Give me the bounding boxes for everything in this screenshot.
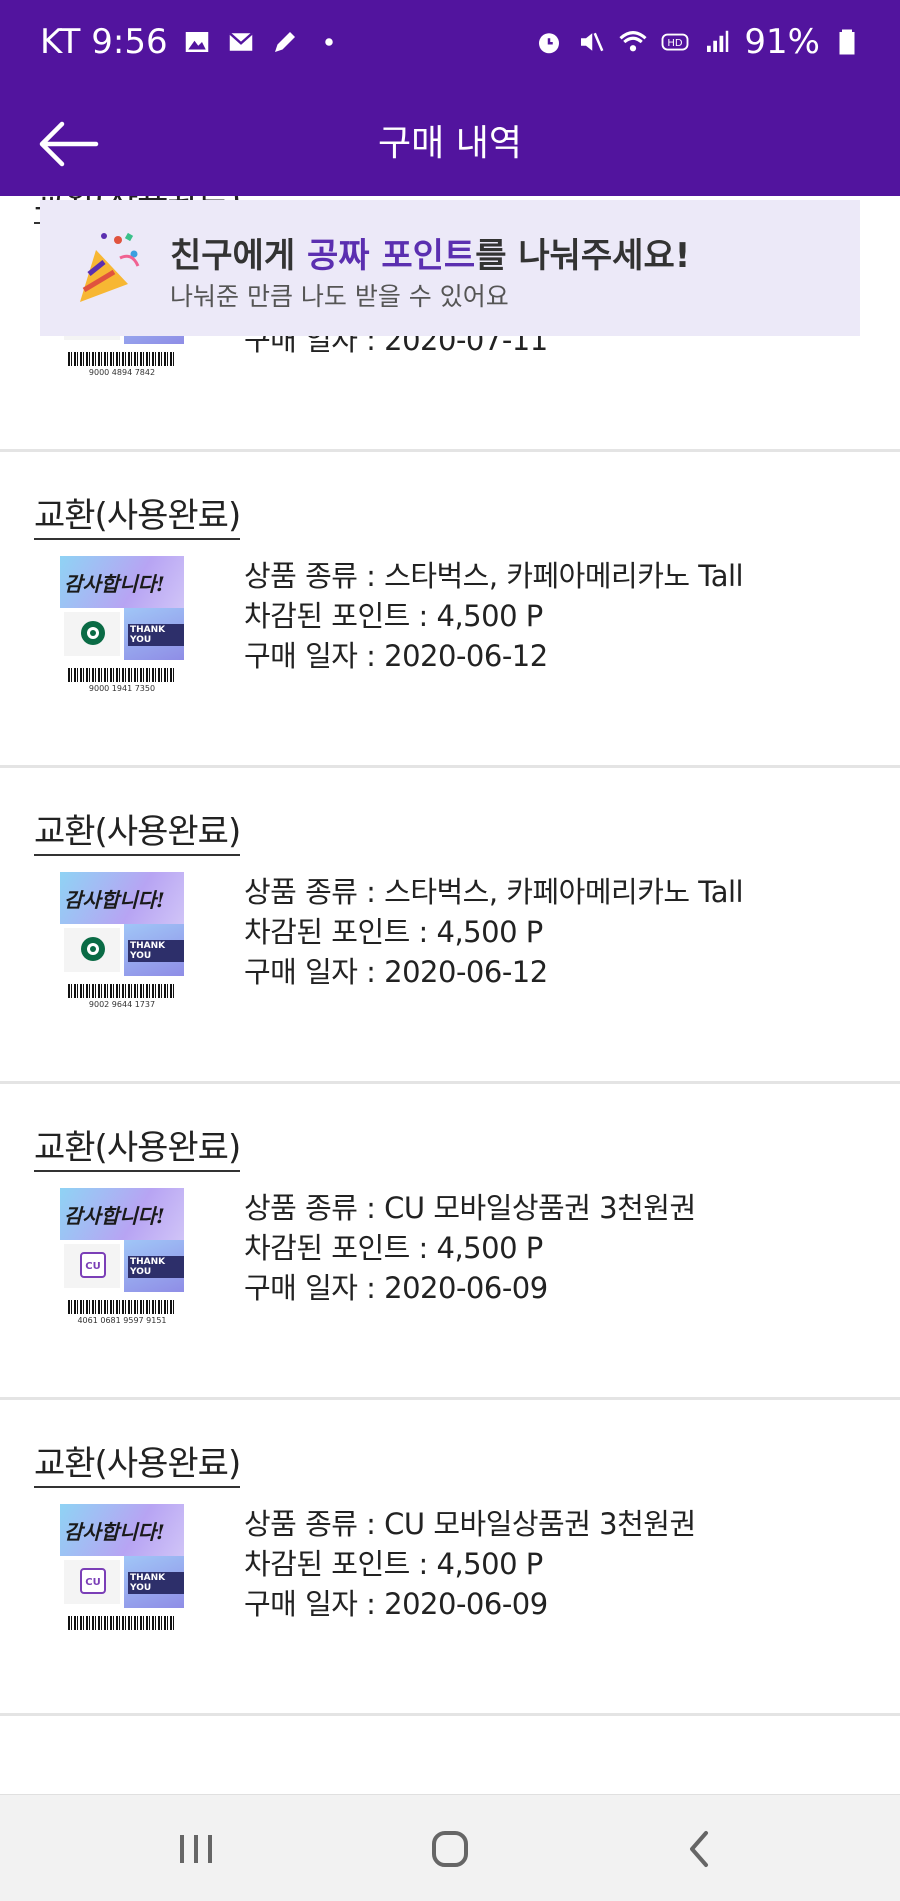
banner-subtitle: 나눠준 만큼 나도 받을 수 있어요	[170, 282, 509, 311]
system-back-button[interactable]	[670, 1821, 730, 1877]
banner-title-highlight: 공짜 포인트	[306, 236, 476, 276]
status-bar: KT 9:56 HD 91%	[0, 0, 900, 92]
deducted-points: 차감된 포인트 : 4,500 P	[244, 1231, 543, 1265]
status-bar-left: KT 9:56	[40, 22, 344, 62]
status-bar-right: HD 91%	[534, 22, 862, 62]
purchase-date: 구매 일자 : 2020-06-12	[244, 955, 548, 989]
barcode-number: 9002 9644 1737	[88, 1000, 156, 1009]
thank-you-card-text: THANK YOU	[128, 1256, 184, 1278]
purchase-list: 교환(사용완료) 감사합니다! THANK YOU 9000 4894 7842…	[0, 196, 900, 1716]
thank-you-card-text: THANK YOU	[128, 624, 184, 646]
starbucks-logo-icon	[80, 936, 106, 962]
banner-title-part2: 를 나눠주세요!	[475, 236, 691, 276]
barcode-number: 9000 4894 7842	[88, 368, 156, 377]
svg-text:CU: CU	[85, 1261, 100, 1272]
thank-you-card-text: THANK YOU	[128, 1572, 184, 1594]
party-popper-icon	[74, 228, 146, 308]
thumbnail-text: 감사합니다!	[64, 1520, 165, 1544]
item-status-link[interactable]: 교환(사용완료)	[34, 1126, 241, 1172]
product-type: 상품 종류 : 스타벅스, 카페아메리카노 Tall	[244, 559, 744, 593]
back-icon	[690, 1831, 708, 1867]
deducted-points: 차감된 포인트 : 4,500 P	[244, 1547, 543, 1581]
thumbnail-logo-area	[64, 928, 120, 972]
recent-apps-icon	[180, 1835, 212, 1863]
item-details: 상품 종류 : CU 모바일상품권 3천원권 차감된 포인트 : 4,500 P…	[244, 1504, 696, 1624]
banner-title: 친구에게 공짜 포인트를 나눠주세요!	[170, 228, 690, 277]
carrier-time: KT 9:56	[40, 22, 168, 62]
page-title: 구매 내역	[378, 123, 522, 164]
item-status-link[interactable]: 교환(사용완료)	[34, 1442, 241, 1488]
barcode	[68, 1300, 176, 1314]
dot-icon	[314, 27, 344, 57]
pen-icon	[270, 27, 300, 57]
cu-logo-icon: CU	[80, 1568, 106, 1594]
image-icon	[182, 27, 212, 57]
invite-banner[interactable]: 친구에게 공짜 포인트를 나눠주세요! 나눠준 만큼 나도 받을 수 있어요	[40, 200, 860, 336]
svg-text:HD: HD	[668, 38, 684, 49]
purchase-item[interactable]: 교환(사용완료) 감사합니다! CU THANK YOU 상품 종류 : CU …	[0, 1400, 900, 1716]
gift-card-thumbnail[interactable]: 감사합니다! CU THANK YOU 4061 0681 9597 9151	[60, 1188, 184, 1340]
thumbnail-text: 감사합니다!	[64, 572, 165, 596]
alarm-icon	[534, 27, 564, 57]
system-nav-bar	[0, 1794, 900, 1901]
wifi-icon	[618, 27, 648, 57]
product-type: 상품 종류 : CU 모바일상품권 3천원권	[244, 1507, 696, 1541]
item-status-link[interactable]: 교환(사용완료)	[34, 810, 241, 856]
purchase-item[interactable]: 교환(사용완료) 감사합니다! THANK YOU 9000 1941 7350…	[0, 452, 900, 768]
mail-icon	[226, 27, 256, 57]
gift-card-thumbnail[interactable]: 감사합니다! THANK YOU 9002 9644 1737	[60, 872, 184, 1024]
thumbnail-logo-area: CU	[64, 1560, 120, 1604]
barcode	[68, 668, 176, 682]
banner-title-part1: 친구에게	[170, 236, 307, 276]
barcode	[68, 984, 176, 998]
cu-logo-icon: CU	[80, 1252, 106, 1278]
svg-text:CU: CU	[85, 1577, 100, 1588]
thank-you-card-text: THANK YOU	[128, 940, 184, 962]
thumbnail-logo-area	[64, 612, 120, 656]
starbucks-logo-icon	[80, 620, 106, 646]
barcode-number: 4061 0681 9597 9151	[77, 1316, 167, 1325]
battery-percent: 91%	[744, 22, 820, 62]
item-details: 상품 종류 : 스타벅스, 카페아메리카노 Tall 차감된 포인트 : 4,5…	[244, 556, 744, 676]
deducted-points: 차감된 포인트 : 4,500 P	[244, 599, 543, 633]
barcode	[68, 352, 176, 366]
app-bar: 구매 내역	[0, 92, 900, 196]
thumbnail-text: 감사합니다!	[64, 1204, 165, 1228]
gift-card-thumbnail[interactable]: 감사합니다! CU THANK YOU	[60, 1504, 184, 1656]
thumbnail-logo-area: CU	[64, 1244, 120, 1288]
item-status-link[interactable]: 교환(사용완료)	[34, 494, 241, 540]
gift-card-thumbnail[interactable]: 감사합니다! THANK YOU 9000 1941 7350	[60, 556, 184, 708]
thank-you-card: THANK YOU	[124, 1240, 184, 1292]
thank-you-card: THANK YOU	[124, 924, 184, 976]
recent-apps-button[interactable]	[166, 1821, 226, 1877]
barcode-number: 9000 1941 7350	[88, 684, 156, 693]
purchase-date: 구매 일자 : 2020-06-09	[244, 1587, 548, 1621]
item-details: 상품 종류 : 스타벅스, 카페아메리카노 Tall 차감된 포인트 : 4,5…	[244, 872, 744, 992]
signal-icon	[702, 27, 732, 57]
home-button[interactable]	[420, 1821, 480, 1877]
purchase-item[interactable]: 교환(사용완료) 감사합니다! CU THANK YOU 4061 0681 9…	[0, 1084, 900, 1400]
thank-you-card: THANK YOU	[124, 608, 184, 660]
product-type: 상품 종류 : CU 모바일상품권 3천원권	[244, 1191, 696, 1225]
thank-you-card: THANK YOU	[124, 1556, 184, 1608]
product-type: 상품 종류 : 스타벅스, 카페아메리카노 Tall	[244, 875, 744, 909]
hd-icon: HD	[660, 27, 690, 57]
purchase-list-viewport[interactable]: 교환(사용완료) 감사합니다! THANK YOU 9000 4894 7842…	[0, 196, 900, 1794]
deducted-points: 차감된 포인트 : 4,500 P	[244, 915, 543, 949]
item-details: 상품 종류 : CU 모바일상품권 3천원권 차감된 포인트 : 4,500 P…	[244, 1188, 696, 1308]
battery-icon	[832, 27, 862, 57]
purchase-item[interactable]: 교환(사용완료) 감사합니다! THANK YOU 9002 9644 1737…	[0, 768, 900, 1084]
home-icon	[432, 1831, 468, 1867]
purchase-date: 구매 일자 : 2020-06-12	[244, 639, 548, 673]
mute-icon	[576, 27, 606, 57]
thumbnail-text: 감사합니다!	[64, 888, 165, 912]
barcode	[68, 1616, 176, 1630]
purchase-date: 구매 일자 : 2020-06-09	[244, 1271, 548, 1305]
